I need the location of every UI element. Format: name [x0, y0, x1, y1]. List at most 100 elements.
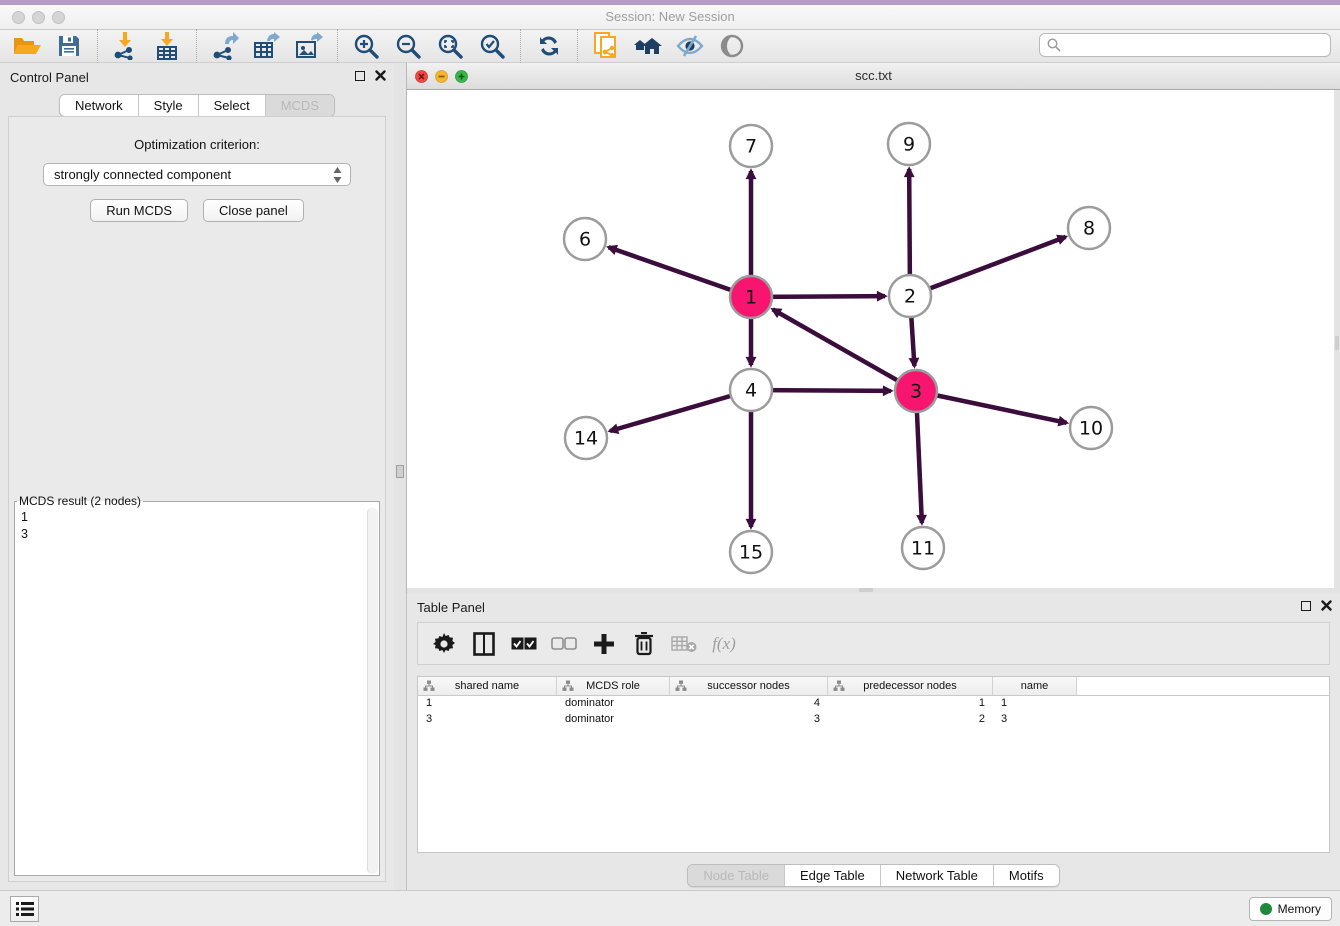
select-all-button[interactable]	[506, 626, 542, 662]
float-table-panel-icon[interactable]	[1301, 601, 1311, 611]
deselect-all-button[interactable]	[546, 626, 582, 662]
close-table-panel-icon[interactable]	[1321, 600, 1332, 611]
criterion-select[interactable]: strongly connected component	[43, 163, 351, 186]
export-table-button[interactable]	[246, 30, 288, 62]
graph-node-9[interactable]: 9	[888, 123, 930, 165]
mcds-result-title: MCDS result (2 nodes)	[17, 494, 143, 508]
bottom-resize-grip[interactable]	[859, 588, 873, 592]
duplicate-network-button[interactable]	[585, 30, 627, 62]
task-history-button[interactable]	[10, 896, 39, 922]
delete-column-button[interactable]	[666, 626, 702, 662]
control-panel: Control Panel Network Style Select MCDS …	[0, 63, 394, 890]
column-header-predecessor-nodes[interactable]: predecessor nodes	[828, 677, 993, 695]
float-panel-icon[interactable]	[355, 71, 365, 81]
network-window: scc.txt 7 9 6 8 1 2 4 3 14 10 15 11	[406, 63, 1340, 593]
tab-network-table[interactable]: Network Table	[880, 865, 993, 886]
svg-text:9: 9	[903, 134, 915, 156]
search-field[interactable]	[1039, 33, 1331, 57]
graph-node-11[interactable]: 11	[902, 527, 944, 569]
open-session-button[interactable]	[6, 30, 48, 62]
network-titlebar[interactable]: scc.txt	[407, 63, 1340, 90]
zoom-fit-button[interactable]	[429, 30, 471, 62]
memory-button[interactable]: Memory	[1249, 897, 1332, 921]
export-network-button[interactable]	[204, 30, 246, 62]
function-builder-button[interactable]: f(x)	[706, 626, 742, 662]
zoom-in-icon	[353, 33, 379, 59]
graph-node-14[interactable]: 14	[565, 417, 607, 459]
tab-style[interactable]: Style	[138, 95, 198, 116]
column-header-shared-name[interactable]: shared name	[418, 677, 557, 695]
delete-button[interactable]	[626, 626, 662, 662]
table-tabs: Node Table Edge Table Network Table Moti…	[687, 864, 1059, 887]
graph-node-7[interactable]: 7	[730, 125, 772, 167]
table-row[interactable]: 3 dominator 3 2 3	[418, 712, 1329, 728]
cell-predecessor-nodes[interactable]: 2	[828, 712, 993, 728]
tab-motifs[interactable]: Motifs	[993, 865, 1059, 886]
run-mcds-button[interactable]: Run MCDS	[90, 199, 188, 222]
graph-node-2[interactable]: 2	[889, 275, 931, 317]
criterion-value: strongly connected component	[54, 167, 231, 182]
zoom-out-button[interactable]	[387, 30, 429, 62]
graph-node-10[interactable]: 10	[1070, 407, 1112, 449]
column-header-successor-nodes[interactable]: successor nodes	[670, 677, 828, 695]
table-settings-button[interactable]	[426, 626, 462, 662]
graph-edge-3-10[interactable]	[916, 391, 1067, 423]
tab-edge-table[interactable]: Edge Table	[784, 865, 880, 886]
zoom-in-button[interactable]	[345, 30, 387, 62]
vertical-splitter[interactable]	[394, 63, 406, 890]
cell-successor-nodes[interactable]: 4	[670, 696, 828, 712]
search-icon	[1046, 37, 1062, 53]
zoom-selected-button[interactable]	[471, 30, 513, 62]
apply-layout-button[interactable]	[528, 30, 570, 62]
column-header-mcds-role[interactable]: MCDS role	[557, 677, 670, 695]
export-image-button[interactable]	[288, 30, 330, 62]
add-column-button[interactable]	[586, 626, 622, 662]
node-table[interactable]: shared name MCDS role successor nodes pr…	[417, 676, 1330, 853]
toolbar-separator	[97, 29, 98, 63]
graph-node-8[interactable]: 8	[1068, 207, 1110, 249]
cell-successor-nodes[interactable]: 3	[670, 712, 828, 728]
list-icon	[16, 901, 34, 917]
splitter-grip[interactable]	[396, 465, 404, 478]
cell-name[interactable]: 1	[993, 696, 1077, 712]
cell-mcds-role[interactable]: dominator	[557, 712, 670, 728]
right-resize-grip[interactable]	[1335, 336, 1339, 350]
hide-details-button[interactable]	[669, 30, 711, 62]
select-stepper-icon	[332, 166, 343, 184]
unchecked-boxes-icon	[551, 637, 577, 650]
close-panel-icon[interactable]	[375, 70, 386, 81]
tab-network[interactable]: Network	[60, 95, 138, 116]
show-details-button[interactable]	[711, 30, 753, 62]
graph-node-1[interactable]: 1	[730, 276, 772, 318]
search-input[interactable]	[1062, 38, 1330, 52]
save-session-button[interactable]	[48, 30, 90, 62]
graph-edge-1-6[interactable]	[609, 247, 751, 297]
tab-mcds[interactable]: MCDS	[265, 95, 334, 116]
column-header-name[interactable]: name	[993, 677, 1077, 695]
graph-node-4[interactable]: 4	[730, 369, 772, 411]
cell-shared-name[interactable]: 3	[418, 712, 557, 728]
show-columns-button[interactable]	[466, 626, 502, 662]
cell-shared-name[interactable]: 1	[418, 696, 557, 712]
import-table-button[interactable]	[147, 30, 189, 62]
graph-edge-2-8[interactable]	[910, 237, 1066, 296]
tab-node-table[interactable]: Node Table	[688, 865, 784, 886]
close-panel-button[interactable]: Close panel	[203, 199, 304, 222]
cell-name[interactable]: 3	[993, 712, 1077, 728]
import-network-button[interactable]	[105, 30, 147, 62]
tab-select[interactable]: Select	[198, 95, 265, 116]
columns-icon	[473, 632, 495, 656]
graph-node-3[interactable]: 3	[895, 370, 937, 412]
graph-node-6[interactable]: 6	[564, 218, 606, 260]
cell-mcds-role[interactable]: dominator	[557, 696, 670, 712]
cell-predecessor-nodes[interactable]: 1	[828, 696, 993, 712]
overview-button[interactable]	[627, 30, 669, 62]
export-network-icon	[211, 32, 239, 60]
graph-node-15[interactable]: 15	[730, 531, 772, 573]
tree-icon	[675, 680, 687, 692]
graph-edge-3-1[interactable]	[773, 309, 916, 391]
result-scrollbar[interactable]	[367, 508, 378, 874]
table-row[interactable]: 1 dominator 4 1 1	[418, 696, 1329, 712]
svg-text:10: 10	[1079, 418, 1103, 440]
network-canvas[interactable]: 7 9 6 8 1 2 4 3 14 10 15 11	[407, 90, 1334, 588]
